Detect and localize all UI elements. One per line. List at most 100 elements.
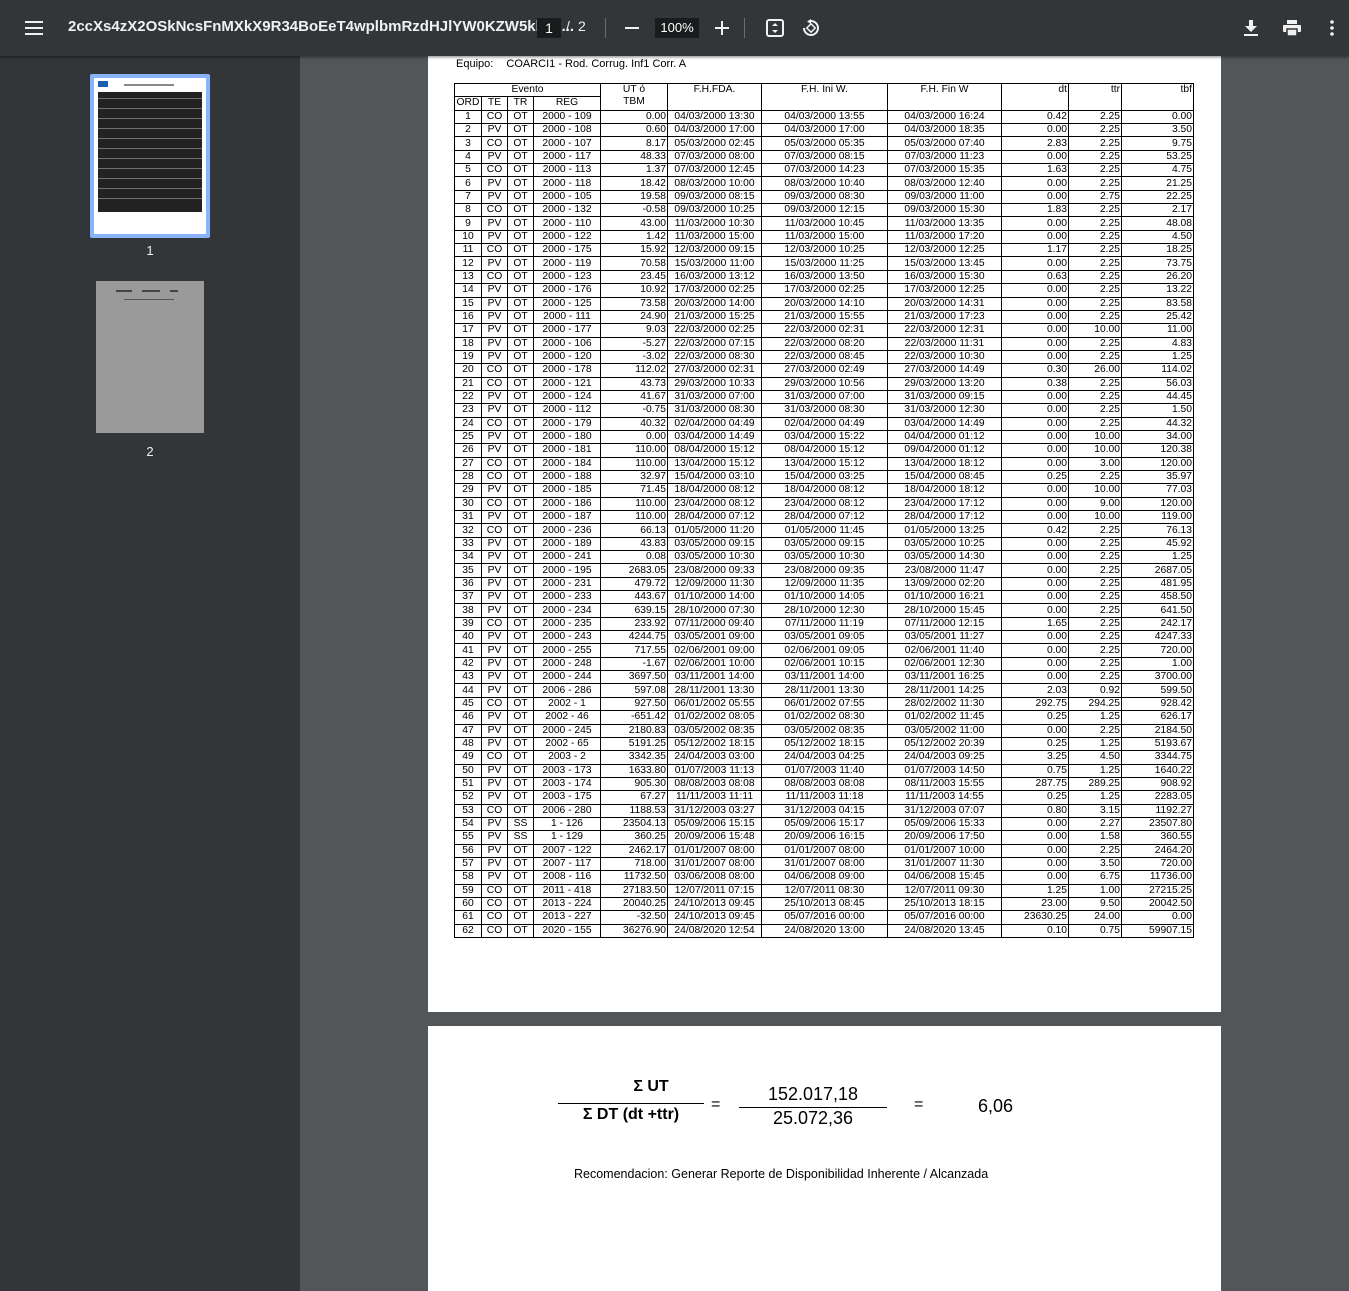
cell-fh-ini: 12/03/2000 10:25 bbox=[761, 243, 888, 258]
cell-ord: 49 bbox=[454, 750, 482, 765]
cell-te: PV bbox=[481, 256, 508, 271]
download-icon[interactable] bbox=[1231, 8, 1271, 48]
zoom-out-icon[interactable] bbox=[612, 8, 652, 48]
page-separator: / bbox=[566, 18, 570, 34]
cell-ttr: 2.25 bbox=[1068, 349, 1122, 365]
cell-fh-fda: 21/03/2000 15:25 bbox=[667, 309, 762, 325]
cell-ut: 1.42 bbox=[600, 229, 668, 245]
cell-ord: 36 bbox=[454, 576, 482, 592]
cell-ut: 2180.83 bbox=[600, 723, 668, 738]
current-page-input[interactable]: 1 bbox=[537, 18, 561, 38]
more-options-icon[interactable] bbox=[1312, 8, 1349, 48]
cell-dt: 0.42 bbox=[1001, 523, 1069, 538]
cell-ord: 25 bbox=[454, 429, 482, 445]
table-row: 11 CO OT 2000 - 175 15.92 12/03/2000 09:15 12/… bbox=[454, 243, 1194, 258]
cell-ttr: 2.25 bbox=[1068, 243, 1122, 258]
cell-fh-ini: 31/12/2003 04:15 bbox=[761, 803, 888, 818]
cell-tr: OT bbox=[507, 443, 534, 458]
cell-ttr: 2.25 bbox=[1068, 576, 1122, 592]
cell-ord: 12 bbox=[454, 256, 482, 271]
cell-fh-ini: 06/01/2002 07:55 bbox=[761, 696, 888, 712]
cell-te: PV bbox=[481, 843, 508, 858]
cell-fh-ini: 22/03/2000 08:20 bbox=[761, 336, 888, 351]
cell-tbf: 626.17 bbox=[1121, 710, 1194, 725]
cell-dt: 1.83 bbox=[1001, 203, 1069, 218]
cell-ttr: 2.25 bbox=[1068, 630, 1122, 645]
cell-reg: 2000 - 187 bbox=[533, 509, 601, 525]
fraction-bar bbox=[558, 1103, 704, 1104]
cell-tbf: 120.00 bbox=[1121, 456, 1194, 471]
cell-reg: 2007 - 117 bbox=[533, 856, 601, 872]
cell-reg: 2000 - 180 bbox=[533, 429, 601, 445]
cell-fh-fda: 03/05/2002 08:35 bbox=[667, 723, 762, 738]
header-dt: dt bbox=[1001, 83, 1069, 111]
print-icon[interactable] bbox=[1272, 8, 1312, 48]
formula-numerator-symbolic: Σ UT bbox=[633, 1078, 669, 1095]
table-row: 13 CO OT 2000 - 123 23.45 16/03/2000 13:12 16/… bbox=[454, 269, 1194, 285]
cell-reg: 2000 - 120 bbox=[533, 349, 601, 365]
table-row: 38 PV OT 2000 - 234 639.15 28/10/2000 07:30 28… bbox=[454, 603, 1194, 618]
cell-fh-fda: 03/05/2001 09:00 bbox=[667, 630, 762, 645]
table-row: 12 PV OT 2000 - 119 70.58 15/03/2000 11:00 15/… bbox=[454, 256, 1194, 271]
table-row: 6 PV OT 2000 - 118 18.42 08/03/2000 10:00 08/0… bbox=[454, 176, 1194, 191]
cell-ttr: 2.27 bbox=[1068, 816, 1122, 832]
zoom-level-input[interactable]: 100% bbox=[655, 18, 699, 38]
cell-ttr: 2.25 bbox=[1068, 723, 1122, 738]
cell-ord: 26 bbox=[454, 443, 482, 458]
cell-dt: 0.25 bbox=[1001, 710, 1069, 725]
cell-fh-fda: 02/06/2001 09:00 bbox=[667, 643, 762, 658]
cell-fh-fda: 31/01/2007 08:00 bbox=[667, 856, 762, 872]
page-thumbnail-1[interactable] bbox=[90, 74, 210, 238]
header-ut: UT ó TBM bbox=[600, 83, 668, 111]
menu-icon[interactable] bbox=[14, 8, 54, 48]
cell-ord: 8 bbox=[454, 203, 482, 218]
cell-fh-fin: 07/03/2000 11:23 bbox=[887, 149, 1002, 165]
fit-page-icon[interactable] bbox=[755, 8, 795, 48]
cell-fh-ini: 20/09/2006 16:15 bbox=[761, 830, 888, 845]
cell-te: PV bbox=[481, 296, 508, 311]
cell-fh-fda: 03/05/2000 10:30 bbox=[667, 550, 762, 565]
cell-tr: OT bbox=[507, 456, 534, 471]
cell-fh-ini: 03/05/2001 09:05 bbox=[761, 630, 888, 645]
cell-te: PV bbox=[481, 590, 508, 605]
cell-te: CO bbox=[481, 883, 508, 898]
cell-dt: 0.00 bbox=[1001, 550, 1069, 565]
cell-fh-ini: 11/03/2000 15:00 bbox=[761, 229, 888, 245]
header-ut-line2: TBM bbox=[623, 96, 645, 107]
cell-fh-ini: 05/09/2006 15:17 bbox=[761, 816, 888, 832]
header-ord: ORD bbox=[454, 96, 482, 111]
cell-ut: 43.00 bbox=[600, 216, 668, 231]
page-thumbnail-2[interactable] bbox=[96, 281, 204, 433]
cell-ttr: 2.25 bbox=[1068, 403, 1122, 418]
cell-tr: OT bbox=[507, 843, 534, 858]
cell-fh-fin: 31/03/2000 12:30 bbox=[887, 403, 1002, 418]
rotate-icon[interactable] bbox=[791, 8, 831, 48]
cell-te: PV bbox=[481, 723, 508, 738]
cell-reg: 2000 - 111 bbox=[533, 309, 601, 325]
cell-te: PV bbox=[481, 483, 508, 498]
cell-te: CO bbox=[481, 376, 508, 391]
cell-dt: 0.00 bbox=[1001, 256, 1069, 271]
cell-tr: OT bbox=[507, 189, 534, 205]
cell-ord: 60 bbox=[454, 896, 482, 912]
cell-ttr: 1.25 bbox=[1068, 763, 1122, 778]
cell-ord: 51 bbox=[454, 776, 482, 792]
cell-te: CO bbox=[481, 109, 508, 125]
cell-ut: 23504.13 bbox=[600, 816, 668, 832]
table-row: 22 PV OT 2000 - 124 41.67 31/03/2000 07:00 31/… bbox=[454, 389, 1194, 405]
cell-fh-fin: 09/03/2000 11:00 bbox=[887, 189, 1002, 205]
table-row: 15 PV OT 2000 - 125 73.58 20/03/2000 14:00 20/… bbox=[454, 296, 1194, 311]
cell-dt: 0.00 bbox=[1001, 843, 1069, 858]
cell-fh-fin: 01/01/2007 10:00 bbox=[887, 843, 1002, 858]
cell-dt: 23.00 bbox=[1001, 896, 1069, 912]
zoom-in-icon[interactable] bbox=[702, 8, 742, 48]
cell-dt: 0.00 bbox=[1001, 283, 1069, 298]
table-row: 33 PV OT 2000 - 189 43.83 03/05/2000 09:15 03/… bbox=[454, 536, 1194, 552]
cell-tr: OT bbox=[507, 776, 534, 792]
document-viewer[interactable]: Equipo: COARCI1 - Rod. Corrug. Inf1 Corr… bbox=[300, 56, 1349, 1291]
cell-tr: OT bbox=[507, 550, 534, 565]
cell-ord: 54 bbox=[454, 816, 482, 832]
cell-fh-fda: 02/06/2001 10:00 bbox=[667, 656, 762, 672]
cell-tbf: 13.22 bbox=[1121, 283, 1194, 298]
cell-fh-fda: 05/03/2000 02:45 bbox=[667, 136, 762, 151]
